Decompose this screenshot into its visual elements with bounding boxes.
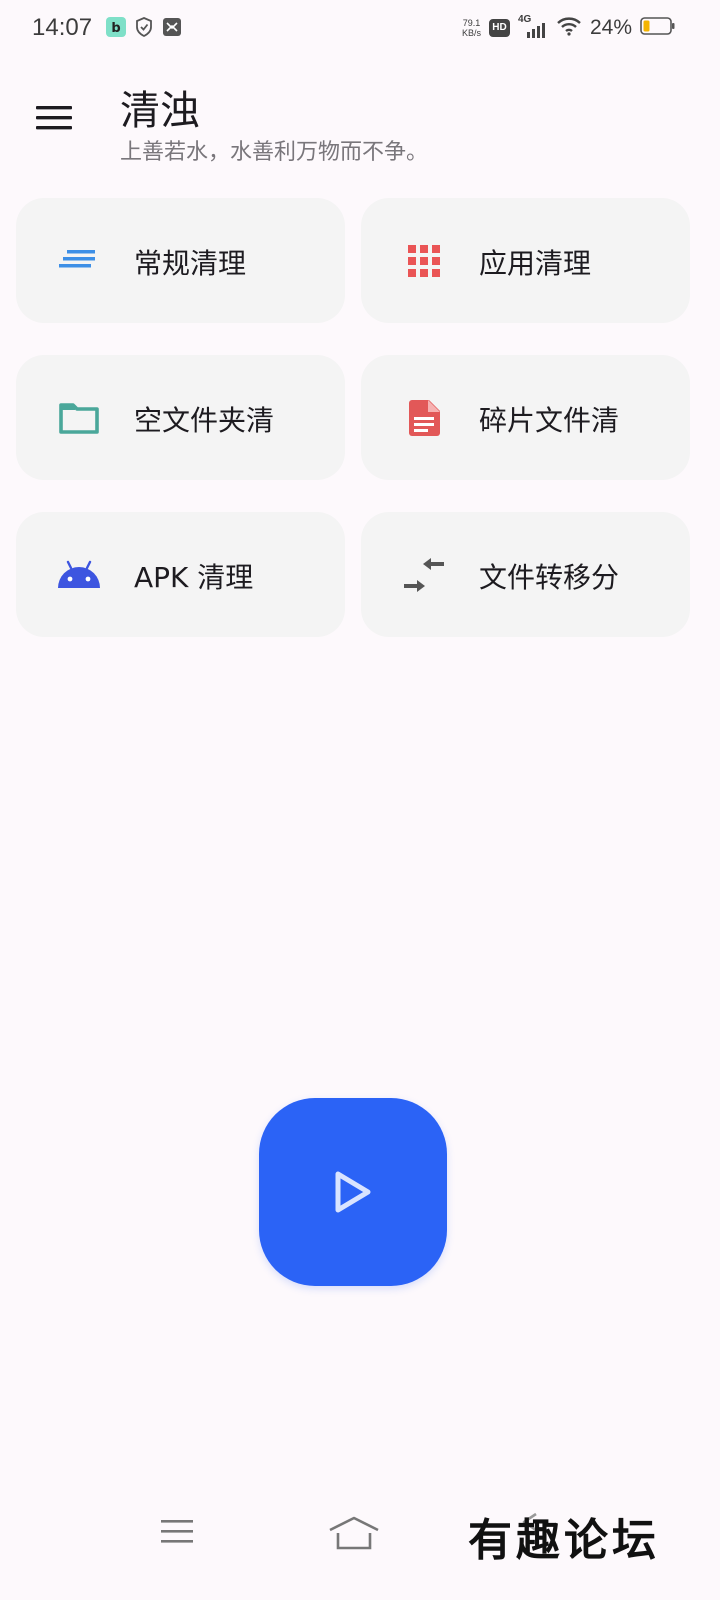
hamburger-menu-icon (36, 106, 72, 130)
folder-icon (56, 395, 102, 441)
app-clean-card[interactable]: 应用清理 (361, 198, 690, 323)
network-speed: 79.1 KB/s (462, 18, 481, 38)
recents-button[interactable] (150, 1508, 210, 1552)
home-icon (329, 1516, 379, 1550)
menu-button[interactable] (34, 100, 76, 136)
app-notification-icon: b (106, 17, 126, 41)
document-icon (401, 395, 447, 441)
android-icon (56, 552, 102, 598)
card-label: 常规清理 (134, 247, 247, 280)
battery-percentage: 24% (589, 16, 632, 39)
card-label: 应用清理 (479, 247, 592, 280)
transfer-arrows-icon (401, 552, 447, 598)
svg-text:b: b (111, 21, 120, 36)
shield-icon (135, 17, 153, 41)
app-subtitle: 上善若水，水善利万物而不争。 (120, 140, 429, 165)
play-icon (335, 1171, 371, 1213)
fragment-file-clean-card[interactable]: 碎片文件清 (361, 355, 690, 480)
gallery-icon (162, 17, 182, 41)
card-label: 空文件夹清 (134, 404, 275, 437)
network-speed-value: 79.1 (462, 18, 481, 28)
apk-clean-card[interactable]: APK 清理 (16, 512, 345, 637)
apps-grid-icon (401, 238, 447, 284)
start-clean-fab[interactable] (259, 1098, 447, 1286)
hd-icon: HD (488, 19, 510, 37)
card-label: 文件转移分 (479, 561, 620, 594)
card-label: APK 清理 (134, 561, 254, 594)
watermark-logo: 有趣论坛 (468, 1515, 660, 1566)
file-transfer-card[interactable]: 文件转移分 (361, 512, 690, 637)
card-label: 碎片文件清 (479, 404, 620, 437)
network-speed-unit: KB/s (461, 28, 481, 38)
feature-grid: 常规清理 应用清理 空文件夹清 碎片文件清 APK 清理 文件转移分 (16, 198, 690, 637)
status-bar: 14:07 b 79.1 KB/s HD 4G 24% (0, 0, 720, 60)
regular-clean-card[interactable]: 常规清理 (16, 198, 345, 323)
battery-icon (640, 16, 676, 40)
empty-folder-clean-card[interactable]: 空文件夹清 (16, 355, 345, 480)
status-right-group: 79.1 KB/s HD 4G 24% (462, 14, 676, 40)
app-title: 清浊 (120, 88, 200, 134)
status-time: 14:07 (32, 14, 93, 41)
wifi-icon (556, 16, 582, 40)
recents-menu-icon (161, 1520, 193, 1543)
notification-icons: b (106, 17, 182, 41)
home-button[interactable] (324, 1508, 384, 1552)
cellular-signal-icon: 4G (518, 14, 548, 39)
lines-icon (56, 238, 102, 284)
